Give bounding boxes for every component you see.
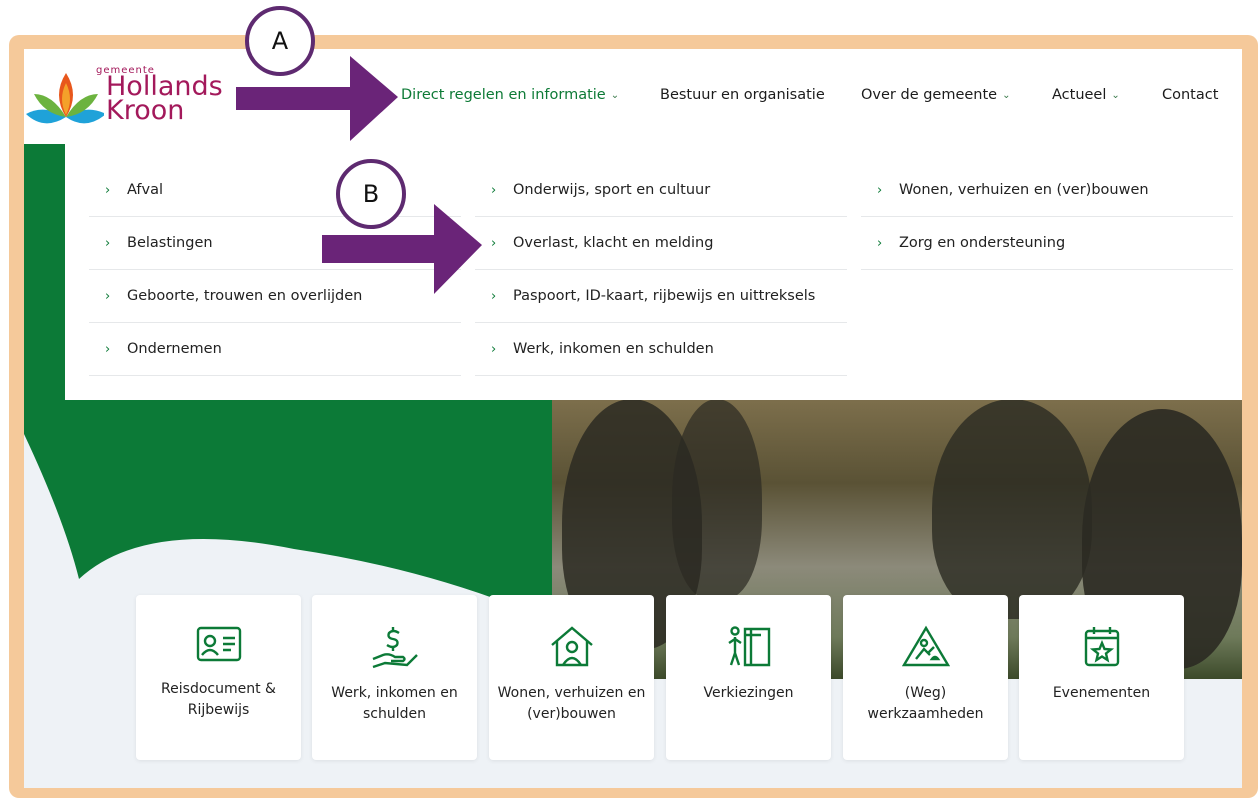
annotation-arrows	[236, 56, 482, 294]
annotation-badge-b: B	[336, 159, 406, 229]
annotation-badge-a: A	[245, 6, 315, 76]
